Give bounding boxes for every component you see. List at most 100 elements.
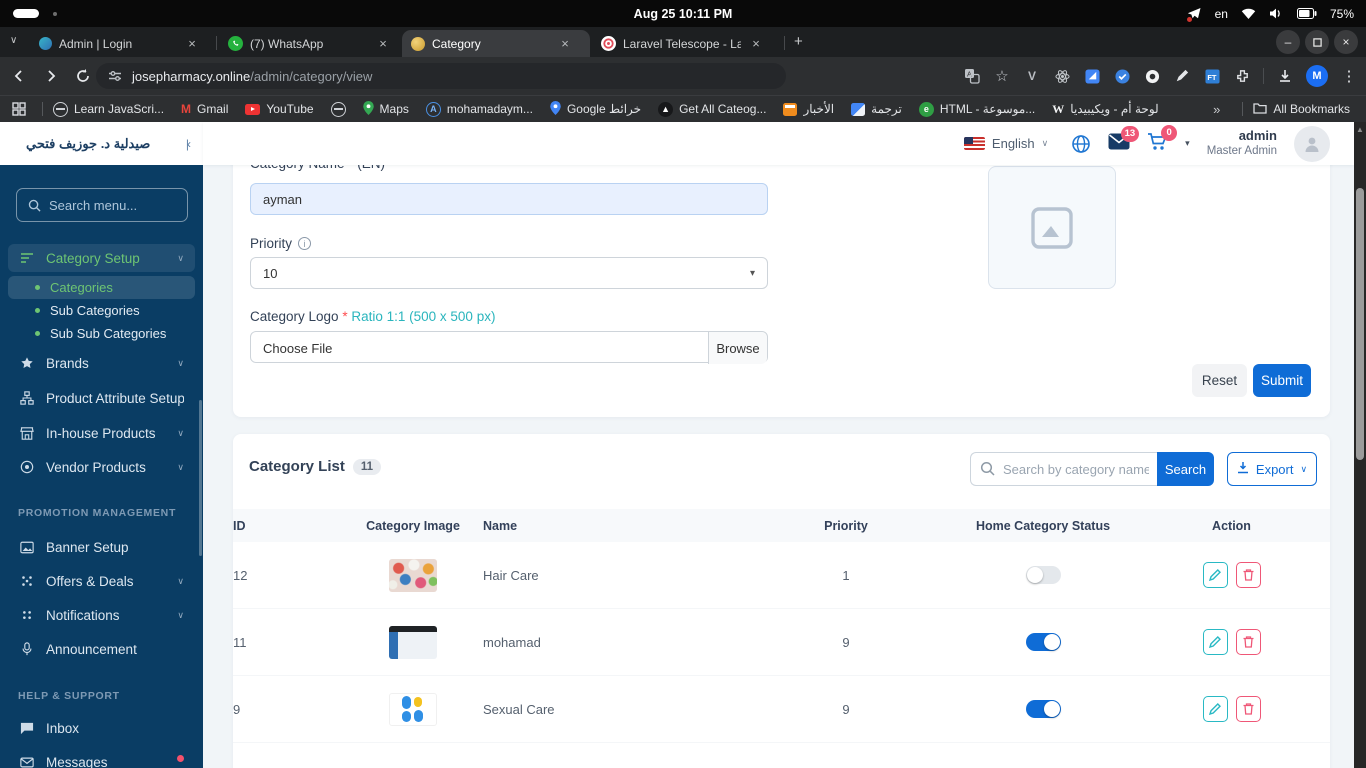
downloads-icon[interactable] xyxy=(1276,67,1294,85)
extension-check-icon[interactable] xyxy=(1113,67,1131,85)
translate-icon[interactable]: A xyxy=(963,67,981,85)
window-close-button[interactable]: × xyxy=(1334,30,1358,54)
bookmark-wikipedia[interactable]: W لوحة أم - ويكيبيديا xyxy=(1052,102,1158,117)
window-restore-button[interactable] xyxy=(1305,30,1329,54)
language-selector[interactable]: English ∨ xyxy=(963,136,1048,151)
bookmark-gmail[interactable]: M Gmail xyxy=(181,102,228,116)
submit-button[interactable]: Submit xyxy=(1253,364,1311,397)
info-icon[interactable]: i xyxy=(298,237,312,250)
sidebar-item-notifications[interactable]: Notifications ∨ xyxy=(8,601,195,629)
avatar[interactable] xyxy=(1294,125,1330,162)
delete-button[interactable] xyxy=(1235,629,1261,655)
extension-ft-icon[interactable]: FT xyxy=(1203,67,1221,85)
bookmark-globe-only[interactable] xyxy=(330,101,346,117)
keyboard-layout[interactable]: en xyxy=(1215,7,1228,21)
home-status-toggle[interactable] xyxy=(1025,633,1061,651)
bookmark-star-icon[interactable]: ☆ xyxy=(993,67,1011,85)
bookmark-google-maps-ar[interactable]: Google خرائط xyxy=(550,100,641,118)
sidebar-item-messages[interactable]: Messages xyxy=(8,748,195,768)
tab-search-icon[interactable]: ∨ xyxy=(10,35,17,46)
category-search-input[interactable] xyxy=(970,452,1157,486)
sidebar-item-vendor-products[interactable]: Vendor Products ∨ xyxy=(8,453,195,481)
extension-pen-icon[interactable] xyxy=(1173,67,1191,85)
extension-translate-icon[interactable] xyxy=(1083,67,1101,85)
tab-laravel-telescope[interactable]: Laravel Telescope - Larav × xyxy=(592,30,780,57)
tab-admin-login[interactable]: Admin | Login × xyxy=(30,30,214,57)
sidebar-collapse-icon[interactable]: |‹ xyxy=(186,137,191,151)
admin-identity[interactable]: admin Master Admin xyxy=(1207,128,1277,159)
volume-icon[interactable] xyxy=(1269,7,1284,20)
bookmark-news[interactable]: الأخبار xyxy=(783,102,834,116)
tab-category[interactable]: Category × xyxy=(402,30,590,57)
bookmark-translate[interactable]: ترجمة xyxy=(851,102,902,116)
bookmark-youtube[interactable]: YouTube xyxy=(245,102,314,116)
sidebar-item-offers-deals[interactable]: Offers & Deals ∨ xyxy=(8,567,195,595)
edit-button[interactable] xyxy=(1202,629,1228,655)
bookmark-mohamadaym[interactable]: A mohamadaym... xyxy=(425,101,533,117)
bookmark-maps[interactable]: Maps xyxy=(362,100,409,118)
sidebar-scrollbar-thumb[interactable] xyxy=(199,400,202,556)
reload-button[interactable] xyxy=(72,65,94,87)
sidebar-item-inhouse-products[interactable]: In-house Products ∨ xyxy=(8,419,195,447)
search-button[interactable]: Search xyxy=(1157,452,1214,486)
wifi-icon[interactable] xyxy=(1241,7,1256,20)
cart-button[interactable]: 0 xyxy=(1147,124,1178,156)
edit-button[interactable] xyxy=(1202,696,1228,722)
extension-vue-icon[interactable]: V xyxy=(1023,67,1041,85)
sidebar-search[interactable] xyxy=(16,188,188,222)
extension-circle-icon[interactable] xyxy=(1143,67,1161,85)
logo-file-input[interactable]: Choose File Browse xyxy=(250,331,768,364)
tab-close-icon[interactable]: × xyxy=(557,36,573,52)
telegram-icon[interactable] xyxy=(1186,6,1202,22)
new-tab-icon[interactable]: + xyxy=(794,33,803,50)
back-button[interactable] xyxy=(8,65,30,87)
scrollbar-thumb[interactable] xyxy=(1356,188,1364,460)
scroll-up-icon[interactable]: ▲ xyxy=(1356,125,1364,134)
apps-grid-icon[interactable] xyxy=(12,102,26,116)
menu-kebab-icon[interactable]: ⋮ xyxy=(1340,67,1358,85)
edit-button[interactable] xyxy=(1202,562,1228,588)
all-bookmarks-button[interactable]: All Bookmarks xyxy=(1253,102,1350,117)
extension-react-icon[interactable] xyxy=(1053,67,1071,85)
tab-close-icon[interactable]: × xyxy=(748,36,764,52)
export-button[interactable]: Export ∨ xyxy=(1227,452,1317,486)
forward-button[interactable] xyxy=(40,65,62,87)
mail-button[interactable]: 13 xyxy=(1108,125,1140,155)
sidebar-item-product-attribute-setup[interactable]: Product Attribute Setup xyxy=(8,384,195,412)
tab-close-icon[interactable]: × xyxy=(184,36,200,52)
extensions-puzzle-icon[interactable] xyxy=(1233,67,1251,85)
sidebar-item-category-setup[interactable]: Category Setup ∨ xyxy=(8,244,195,272)
battery-icon[interactable] xyxy=(1296,8,1317,19)
delete-button[interactable] xyxy=(1235,562,1261,588)
address-bar[interactable]: josepharmacy.online/admin/category/view xyxy=(96,63,786,89)
sidebar-item-banner-setup[interactable]: Banner Setup xyxy=(8,533,195,561)
profile-avatar[interactable]: M xyxy=(1306,65,1328,87)
sidebar-search-input[interactable] xyxy=(49,197,169,213)
globe-icon[interactable] xyxy=(1071,134,1091,154)
browse-button[interactable]: Browse xyxy=(708,332,767,364)
caret-down-icon[interactable]: ▾ xyxy=(1185,138,1190,149)
sidebar-item-sub-sub-categories[interactable]: Sub Sub Categories xyxy=(8,322,195,345)
sidebar-item-brands[interactable]: Brands ∨ xyxy=(8,349,195,377)
sidebar-item-categories[interactable]: Categories xyxy=(8,276,195,299)
tab-whatsapp[interactable]: (7) WhatsApp × xyxy=(219,30,400,57)
sidebar-item-sub-categories[interactable]: Sub Categories xyxy=(8,299,195,322)
sidebar-item-announcement[interactable]: Announcement xyxy=(8,635,195,663)
priority-select[interactable]: 10 ▾ xyxy=(250,257,768,289)
tab-close-icon[interactable]: × xyxy=(375,36,391,52)
page-scrollbar[interactable]: ▲ xyxy=(1354,122,1366,768)
category-name-input[interactable] xyxy=(250,183,768,215)
site-info-icon[interactable] xyxy=(108,69,122,83)
sidebar-item-inbox[interactable]: Inbox xyxy=(8,714,195,742)
home-status-toggle[interactable] xyxy=(1025,566,1061,584)
bookmark-get-all-categories[interactable]: ▲ Get All Cateog... xyxy=(658,101,766,117)
system-clock[interactable]: Aug 25 10:11 PM xyxy=(0,0,1366,27)
reset-button[interactable]: Reset xyxy=(1192,364,1247,397)
home-status-toggle[interactable] xyxy=(1025,700,1061,718)
url-text[interactable]: josepharmacy.online/admin/category/view xyxy=(132,69,372,84)
bookmark-learn-javascript[interactable]: Learn JavaScri... xyxy=(53,101,164,117)
window-minimize-button[interactable]: – xyxy=(1276,30,1300,54)
delete-button[interactable] xyxy=(1235,696,1261,722)
bookmarks-overflow-icon[interactable]: » xyxy=(1213,102,1220,117)
bookmark-html-encyclopedia[interactable]: e HTML - موسوعة... xyxy=(918,101,1035,117)
